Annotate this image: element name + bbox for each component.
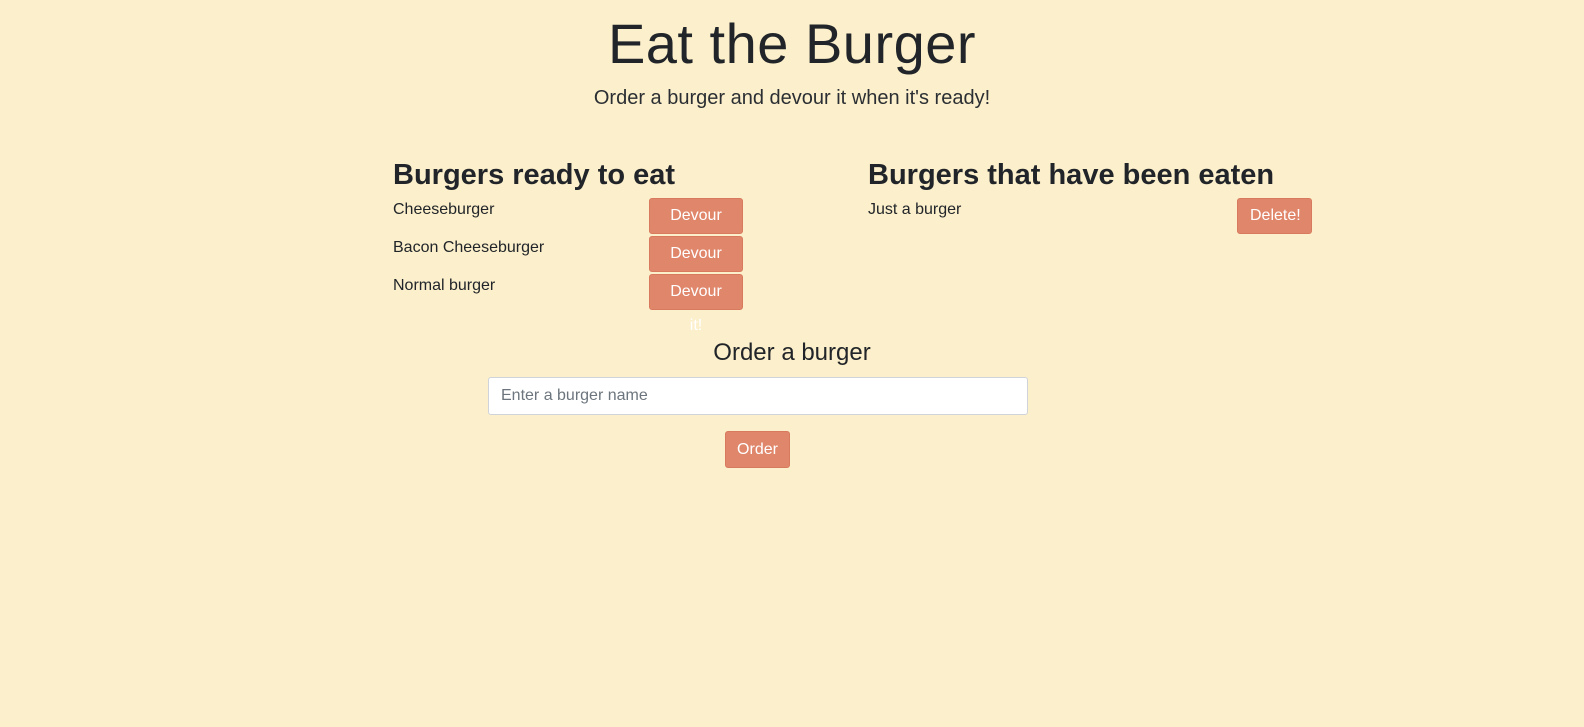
ready-burgers-heading: Burgers ready to eat — [393, 159, 676, 191]
burger-name-input[interactable] — [488, 377, 1028, 415]
list-item: Bacon Cheeseburger Devour it! — [393, 236, 743, 296]
devour-button[interactable]: Devour it! — [649, 236, 743, 296]
list-item: Just a burger Delete! — [868, 198, 1314, 236]
list-item: Normal burger Devour it! — [393, 274, 743, 334]
eaten-burgers-heading: Burgers that have been eaten — [868, 159, 1275, 191]
burger-name: Cheeseburger — [393, 201, 495, 218]
ready-burgers-list: Cheeseburger Devour it! Bacon Cheeseburg… — [393, 198, 743, 334]
devour-button[interactable]: Devour it! — [649, 198, 743, 258]
delete-button[interactable]: Delete! — [1237, 198, 1312, 234]
burger-name: Bacon Cheeseburger — [393, 239, 545, 256]
page-title: Eat the Burger — [607, 12, 977, 75]
eaten-burgers-section: Burgers that have been eaten Just a burg… — [868, 156, 1314, 236]
order-heading: Order a burger — [713, 339, 871, 366]
burger-name: Just a burger — [868, 201, 962, 218]
page-subtitle: Order a burger and devour it when it's r… — [593, 87, 991, 109]
burger-name: Normal burger — [393, 277, 496, 294]
page: Eat the Burger Order a burger and devour… — [0, 0, 1584, 727]
devour-button[interactable]: Devour it! — [649, 274, 743, 334]
eaten-burgers-list: Just a burger Delete! — [868, 198, 1314, 236]
ready-burgers-section: Burgers ready to eat Cheeseburger Devour… — [393, 156, 743, 334]
list-item: Cheeseburger Devour it! — [393, 198, 743, 258]
order-button[interactable]: Order — [725, 431, 790, 468]
